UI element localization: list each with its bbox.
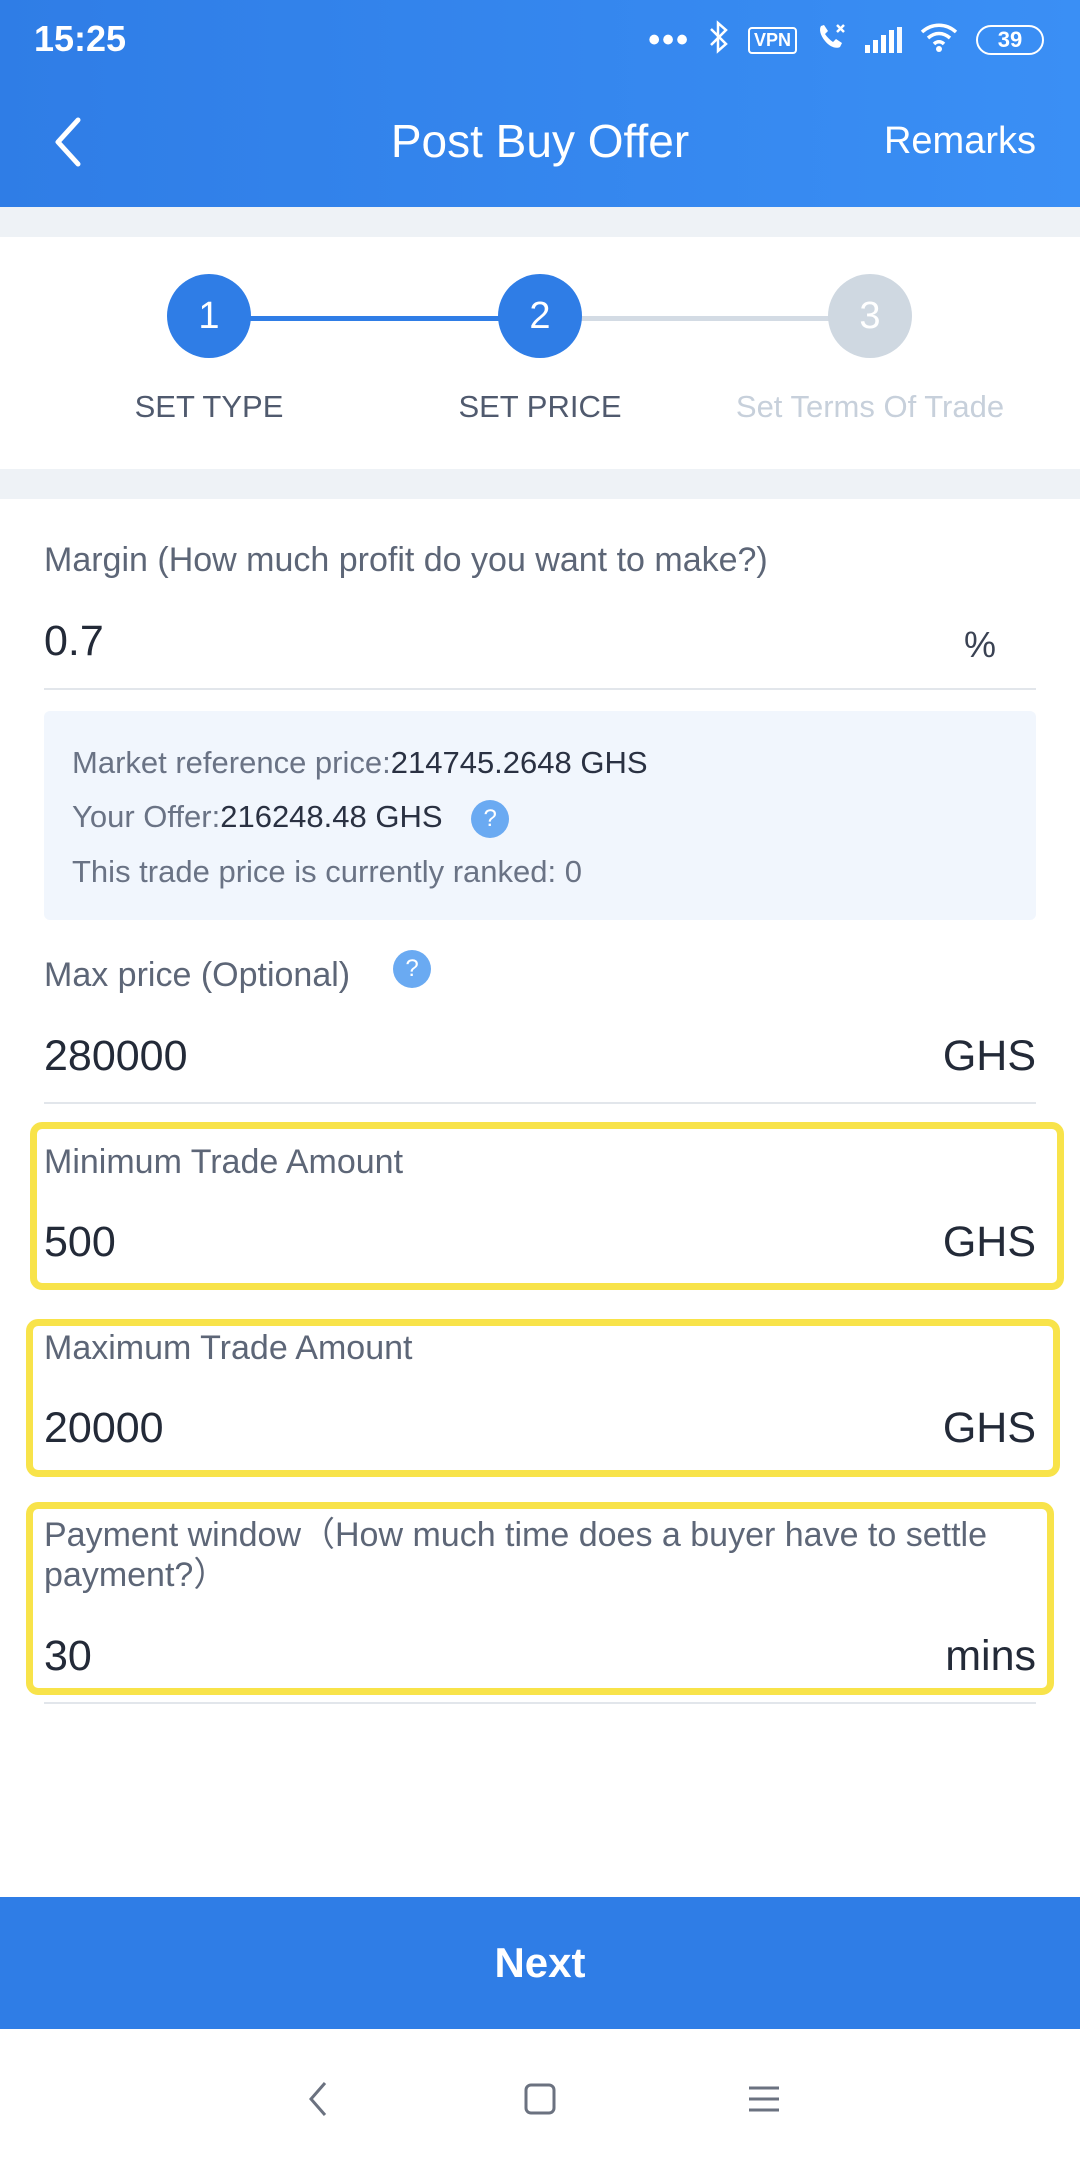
progress-stepper: 1 2 3 SET TYPE SET PRICE Set Terms Of Tr… <box>0 237 1080 469</box>
min-trade-label: Minimum Trade Amount <box>44 1143 404 1181</box>
remarks-button[interactable]: Remarks <box>884 120 1036 163</box>
section-divider <box>0 469 1080 499</box>
status-icons: ••• VPN 39 <box>648 18 1044 62</box>
max-trade-input[interactable]: 20000 <box>44 1404 164 1453</box>
step-1-circle: 1 <box>167 274 251 358</box>
max-price-input[interactable]: 280000 <box>44 1032 188 1081</box>
help-icon[interactable]: ? <box>393 950 431 988</box>
status-bar: 15:25 ••• VPN 39 <box>0 0 1080 78</box>
payment-window-unit: mins <box>945 1632 1036 1680</box>
next-button[interactable]: Next <box>0 1897 1080 2029</box>
call-icon <box>815 21 847 60</box>
battery-icon: 39 <box>976 25 1044 55</box>
nav-home-icon[interactable] <box>510 2069 570 2129</box>
market-reference-price: Market reference price:214745.2648 GHS <box>72 745 648 781</box>
payment-window-underline <box>44 1702 1036 1704</box>
help-icon[interactable]: ? <box>471 799 510 838</box>
payment-window-label: Payment window（How much time does a buye… <box>44 1516 988 1594</box>
your-offer-label: Your Offer: <box>72 799 221 834</box>
margin-unit: % <box>963 624 996 665</box>
more-notifications-icon: ••• <box>648 20 690 59</box>
your-offer: Your Offer:216248.48 GHS ? <box>72 799 510 838</box>
margin-underline <box>44 688 1036 690</box>
wifi-icon <box>920 22 958 59</box>
rank-text: This trade price is currently ranked: 0 <box>72 854 582 889</box>
app-header: Post Buy Offer Remarks <box>0 78 1080 207</box>
step-2-circle: 2 <box>498 274 582 358</box>
nav-back-icon[interactable] <box>288 2069 348 2129</box>
your-offer-value: 216248.48 GHS <box>220 799 443 834</box>
system-navigation-bar <box>0 2029 1080 2160</box>
nav-menu-icon[interactable] <box>734 2069 794 2129</box>
step-connector-pending <box>540 316 870 321</box>
price-info-box: Market reference price:214745.2648 GHS Y… <box>44 711 1036 920</box>
margin-label: Margin (How much profit do you want to m… <box>44 541 768 579</box>
vpn-icon: VPN <box>747 26 797 54</box>
step-2-label: SET PRICE <box>458 389 622 424</box>
max-price-label: Max price (Optional) <box>44 956 351 994</box>
market-reference-label: Market reference price: <box>72 745 391 780</box>
margin-input[interactable]: 0.7 <box>44 617 104 666</box>
bluetooth-icon <box>708 19 730 61</box>
section-divider <box>0 207 1080 237</box>
payment-window-input[interactable]: 30 <box>44 1632 92 1681</box>
max-price-unit: GHS <box>942 1032 1036 1080</box>
step-3-circle: 3 <box>828 274 912 358</box>
step-3-label: Set Terms Of Trade <box>735 389 1005 424</box>
max-trade-unit: GHS <box>942 1404 1036 1452</box>
market-reference-value: 214745.2648 GHS <box>390 745 648 780</box>
min-trade-unit: GHS <box>942 1218 1036 1266</box>
step-1-label: SET TYPE <box>134 389 284 424</box>
min-trade-input[interactable]: 500 <box>44 1218 116 1267</box>
status-time: 15:25 <box>34 18 127 59</box>
max-price-underline <box>44 1102 1036 1104</box>
step-connector-completed <box>209 316 540 321</box>
signal-icon <box>865 27 902 53</box>
max-trade-label: Maximum Trade Amount <box>44 1329 413 1367</box>
